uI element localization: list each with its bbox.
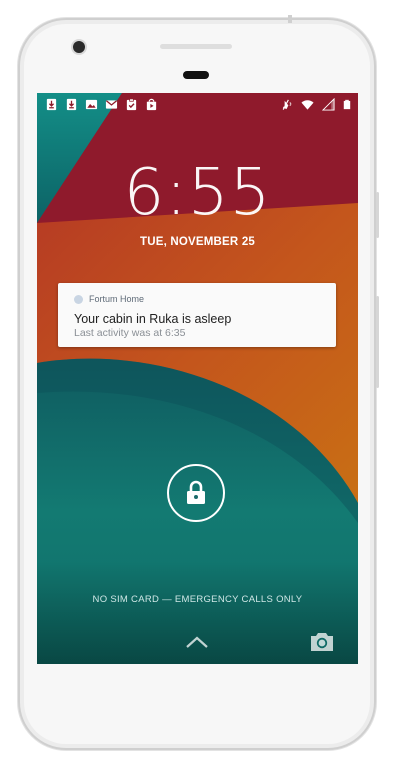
signal-icon [322, 97, 335, 111]
notification-card[interactable]: Fortum Home Your cabin in Ruka is asleep… [58, 283, 336, 347]
volume-button [376, 296, 379, 388]
clock-date: TUE, NOVEMBER 25 [139, 236, 256, 248]
wifi-icon [301, 99, 314, 110]
unlock-button[interactable] [167, 464, 225, 522]
vibrate-mute-icon [282, 99, 292, 110]
clock-time: 6:55 [123, 156, 272, 230]
chevron-up-icon[interactable] [185, 635, 209, 649]
camera-icon[interactable] [309, 631, 335, 653]
speaker-grille [160, 44, 232, 49]
power-button [376, 192, 379, 238]
gmail-icon [105, 99, 118, 109]
emergency-calls-text: NO SIM CARD — EMERGENCY CALLS ONLY [92, 594, 303, 605]
notification-text: Last activity was at 6:35 [74, 327, 186, 339]
play-store-icon [146, 98, 157, 110]
lock-screen[interactable]: 6:55 TUE, NOVEMBER 25 Fortum Home Your c… [37, 93, 358, 664]
front-camera [73, 41, 85, 53]
download-icon [46, 98, 57, 110]
image-icon [85, 99, 98, 109]
lock-icon [187, 480, 205, 504]
notification-header: Fortum Home [74, 293, 320, 305]
battery-icon [343, 99, 351, 109]
notification-app-name: Fortum Home [89, 294, 145, 304]
top-button [288, 15, 292, 23]
earpiece [183, 71, 209, 79]
clipboard-check-icon [126, 98, 137, 110]
download-icon [66, 98, 77, 110]
app-icon [74, 294, 83, 304]
status-bar [37, 93, 358, 115]
notification-title: Your cabin in Ruka is asleep [74, 312, 232, 326]
